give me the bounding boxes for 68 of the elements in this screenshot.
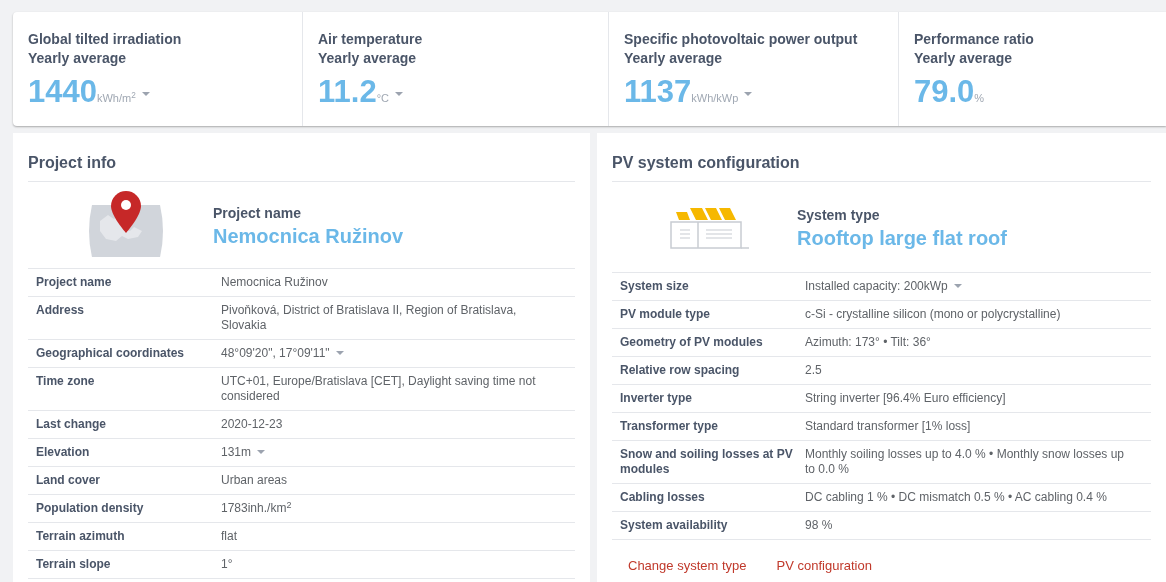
row-label: Last change: [36, 417, 108, 432]
row-value: String inverter [96.4% Euro efficiency]: [805, 391, 1006, 405]
metric-unit: kWh/kWp: [691, 91, 739, 106]
row-label: Time zone: [36, 374, 96, 390]
row-value: DC cabling 1 % • DC mismatch 0.5 % • AC cabling 0.4 %: [805, 490, 1107, 504]
row-label: Geographical coordinates: [36, 346, 186, 361]
row-label: Population density: [36, 501, 145, 516]
metric-subtitle: Yearly average: [914, 49, 1014, 68]
row-label: Land cover: [36, 473, 102, 488]
metric-title: Specific photovoltaic power output: [624, 30, 859, 49]
caret-icon[interactable]: [953, 284, 962, 290]
row-value: Nemocnica Ružinov: [221, 275, 328, 289]
row-value: 98 %: [805, 518, 833, 532]
metric-value: 1137: [624, 74, 692, 110]
metric-title: Performance ratio: [914, 30, 1035, 49]
metric-subtitle: Yearly average: [624, 49, 724, 68]
row-value: 131m: [221, 445, 252, 459]
project-caption: Project name: [213, 203, 302, 223]
row-value: 1°: [221, 557, 233, 571]
metric-unit: kWh/m$^{2}$: [96, 90, 136, 106]
row-label: Transformer type: [620, 419, 720, 434]
row-value: 1783inh./km$^{2}$: [221, 501, 292, 515]
row-value: Urban areas: [221, 473, 288, 487]
row-value: 2020-12-23: [221, 417, 283, 431]
metric-unit: %: [974, 92, 985, 106]
metric-subtitle: Yearly average: [28, 49, 128, 68]
caret-icon[interactable]: [141, 91, 150, 97]
row-value: 48°09'20", 17°09'11": [221, 346, 330, 360]
row-label: System availability: [620, 518, 729, 533]
action-link[interactable]: PV configuration: [776, 556, 872, 576]
action-link[interactable]: Change system type: [628, 556, 747, 576]
row-value: UTC+01, Europe/Bratislava [CET], Daylight saving time not considered: [221, 374, 536, 403]
row-value: Monthly soiling losses up to 4.0 % • Monthly snow losses up to 0.0 %: [805, 447, 1125, 476]
row-label: Geometry of PV modules: [620, 335, 764, 350]
caret-icon[interactable]: [394, 91, 403, 97]
caret-icon[interactable]: [257, 450, 266, 456]
panel-title: Project info: [28, 153, 575, 182]
row-value: c-Si - crystalline silicon (mono or polycrystalline): [805, 307, 1061, 321]
row-value: 2.5: [805, 363, 822, 377]
row-value: Pivoňková, District of Bratislava II, Region of Bratislava, Slovakia: [221, 303, 517, 332]
caret-icon[interactable]: [744, 91, 753, 97]
caret-icon[interactable]: [335, 351, 344, 357]
row-label: Terrain slope: [36, 557, 112, 572]
row-label: Inverter type: [620, 391, 694, 406]
metric-value: 11.2: [318, 74, 377, 110]
system-type-name: Rooftop large flat roof: [797, 225, 1007, 250]
row-label: System size: [620, 279, 690, 294]
row-value: flat: [221, 529, 237, 543]
metric-subtitle: Yearly average: [318, 49, 418, 68]
row-value: Installed capacity: 200kWp: [805, 279, 948, 293]
project-name: Nemocnica Ružinov: [213, 223, 404, 248]
row-label: Address: [36, 303, 86, 319]
metric-title: Global tilted irradiation: [28, 30, 183, 49]
row-label: Elevation: [36, 445, 91, 460]
system-caption: System type: [797, 205, 881, 225]
row-value: Standard transformer [1% loss]: [805, 419, 971, 433]
metric-unit: °C: [376, 92, 389, 106]
metric-value: 79.0: [914, 74, 975, 110]
row-label: Snow and soiling losses at PV modules: [620, 447, 794, 477]
row-label: Cabling losses: [620, 490, 706, 505]
row-label: Project name: [36, 275, 113, 290]
metric-value: 1440: [28, 74, 97, 110]
panel-title: PV system configuration: [612, 153, 1151, 182]
row-label: Relative row spacing: [620, 363, 741, 378]
row-label: PV module type: [620, 307, 712, 322]
row-label: Terrain azimuth: [36, 529, 126, 544]
metric-title: Air temperature: [318, 30, 424, 49]
row-value: Azimuth: 173° • Tilt: 36°: [805, 335, 931, 349]
